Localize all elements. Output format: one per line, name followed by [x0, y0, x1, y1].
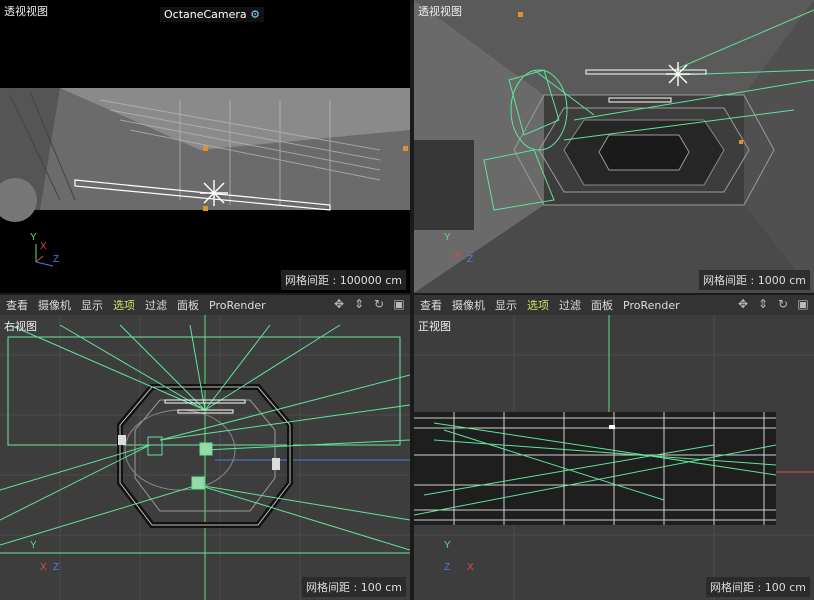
axis-gizmo: Y Z X — [442, 540, 482, 580]
maximize-icon[interactable]: ▣ — [392, 297, 406, 311]
viewport-top-left[interactable]: 透视视图 OctaneCamera ⚙ Y X Z 网格间距 : 100000 … — [0, 0, 410, 293]
axis-y-label: Y — [30, 540, 37, 551]
viewport-menu-bar-left: 查看 摄像机 显示 选项 过滤 面板 ProRender ✥ ⇕ ↻ ▣ — [0, 295, 410, 315]
menu-view[interactable]: 查看 — [420, 297, 442, 313]
grid-spacing-label: 网格间距 : 100000 cm — [281, 270, 406, 290]
menu-view[interactable]: 查看 — [6, 297, 28, 313]
scale-icon[interactable]: ⇕ — [352, 297, 366, 311]
axis-gizmo: Y X Z — [28, 232, 68, 272]
viewport-bottom-right[interactable]: 正视图 Y Z X 网格间距 : 100 cm — [414, 315, 814, 600]
menu-display[interactable]: 显示 — [81, 297, 103, 313]
menu-display[interactable]: 显示 — [495, 297, 517, 313]
viewport-bottom-left[interactable]: 右视图 Y X Z 网格间距 : 100 cm — [0, 315, 410, 600]
viewport-title: 透视视图 — [418, 5, 462, 18]
axis-y-label: Y — [444, 540, 451, 551]
axis-gizmo: Y X Z — [442, 232, 482, 272]
menu-prorender[interactable]: ProRender — [623, 299, 680, 312]
light-star-icon — [666, 62, 690, 86]
menu-panel[interactable]: 面板 — [177, 297, 199, 313]
camera-name: OctaneCamera — [164, 8, 247, 21]
move-icon[interactable]: ✥ — [332, 297, 346, 311]
rotate-icon[interactable]: ↻ — [372, 297, 386, 311]
axis-x-label: X — [454, 250, 461, 261]
axis-x-label: X — [467, 562, 474, 573]
menu-prorender[interactable]: ProRender — [209, 299, 266, 312]
axis-z-label: Z — [467, 254, 474, 265]
axis-z-label: Z — [444, 562, 451, 573]
camera-selector[interactable]: OctaneCamera ⚙ — [160, 7, 265, 22]
axis-y-label: Y — [444, 232, 451, 243]
menu-options[interactable]: 选项 — [113, 297, 135, 313]
menu-panel[interactable]: 面板 — [591, 297, 613, 313]
menu-filter[interactable]: 过滤 — [145, 297, 167, 313]
light-star-icon — [200, 180, 228, 206]
rotate-icon[interactable]: ↻ — [776, 297, 790, 311]
viewport-title: 正视图 — [418, 320, 451, 333]
grid-spacing-label: 网格间距 : 1000 cm — [699, 270, 810, 290]
menu-filter[interactable]: 过滤 — [559, 297, 581, 313]
maximize-icon[interactable]: ▣ — [796, 297, 810, 311]
menu-options[interactable]: 选项 — [527, 297, 549, 313]
viewport-title: 透视视图 — [4, 5, 48, 18]
grid-spacing-label: 网格间距 : 100 cm — [706, 577, 810, 597]
menu-camera[interactable]: 摄像机 — [452, 297, 485, 313]
camera-icon: ⚙ — [250, 8, 261, 21]
axis-gizmo: Y X Z — [28, 540, 68, 580]
viewport-menu-bar-right: 查看 摄像机 显示 选项 过滤 面板 ProRender ✥ ⇕ ↻ ▣ — [414, 295, 814, 315]
viewport-title: 右视图 — [4, 320, 37, 333]
grid-spacing-label: 网格间距 : 100 cm — [302, 577, 406, 597]
axis-x-label: X — [40, 562, 47, 573]
viewport-top-right[interactable]: 透视视图 Y X Z 网格间距 : 1000 cm — [414, 0, 814, 293]
move-icon[interactable]: ✥ — [736, 297, 750, 311]
menu-camera[interactable]: 摄像机 — [38, 297, 71, 313]
axis-z-label: Z — [53, 562, 60, 573]
scale-icon[interactable]: ⇕ — [756, 297, 770, 311]
